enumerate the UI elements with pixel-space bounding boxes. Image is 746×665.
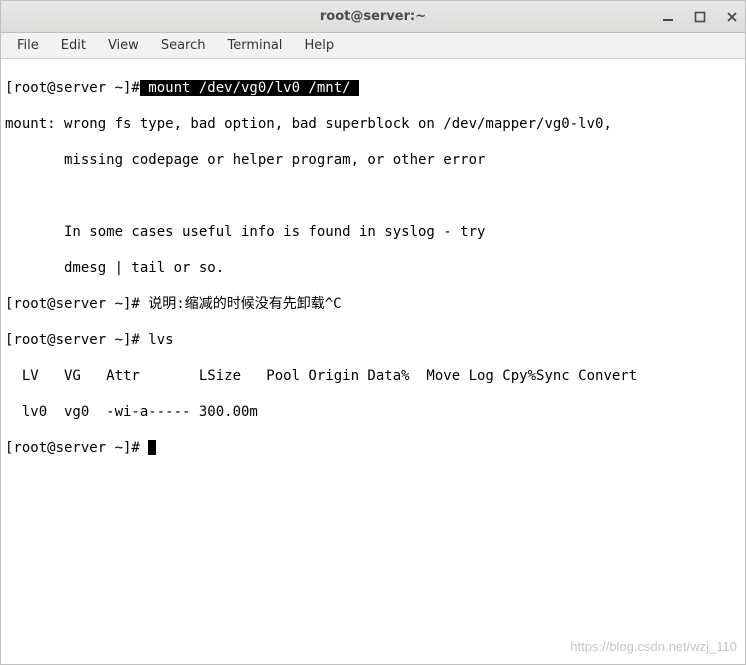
menubar: File Edit View Search Terminal Help [1,33,745,59]
prompt: [root@server ~]# [5,440,148,456]
terminal-line: [root@server ~]# [5,439,741,457]
terminal-window: root@server:~ File Edit View Search Term… [0,0,746,665]
terminal-area[interactable]: [root@server ~]# mount /dev/vg0/lv0 /mnt… [1,59,745,664]
terminal-line: [root@server ~]# lvs [5,331,741,349]
highlighted-command: mount /dev/vg0/lv0 /mnt/ [140,80,359,96]
terminal-line: lv0 vg0 -wi-a----- 300.00m [5,403,741,421]
menu-search[interactable]: Search [151,35,216,56]
minimize-button[interactable] [661,10,675,24]
window-controls [661,1,739,33]
menu-file[interactable]: File [7,35,49,56]
terminal-line [5,187,741,205]
window-title: root@server:~ [9,9,737,24]
terminal-line: [root@server ~]# mount /dev/vg0/lv0 /mnt… [5,79,741,97]
cursor [148,440,156,455]
close-icon [726,11,738,23]
maximize-button[interactable] [693,10,707,24]
terminal-line: In some cases useful info is found in sy… [5,223,741,241]
terminal-line: LV VG Attr LSize Pool Origin Data% Move … [5,367,741,385]
minimize-icon [662,11,674,23]
prompt: [root@server ~]# [5,80,140,96]
menu-help[interactable]: Help [294,35,344,56]
menu-view[interactable]: View [98,35,149,56]
terminal-line: [root@server ~]# 说明:缩减的时候没有先卸载^C [5,295,741,313]
terminal-line: missing codepage or helper program, or o… [5,151,741,169]
close-button[interactable] [725,10,739,24]
maximize-icon [694,11,706,23]
terminal-line: dmesg | tail or so. [5,259,741,277]
titlebar: root@server:~ [1,1,745,33]
menu-edit[interactable]: Edit [51,35,96,56]
terminal-line: mount: wrong fs type, bad option, bad su… [5,115,741,133]
menu-terminal[interactable]: Terminal [217,35,292,56]
watermark: https://blog.csdn.net/wzj_110 [570,638,737,656]
